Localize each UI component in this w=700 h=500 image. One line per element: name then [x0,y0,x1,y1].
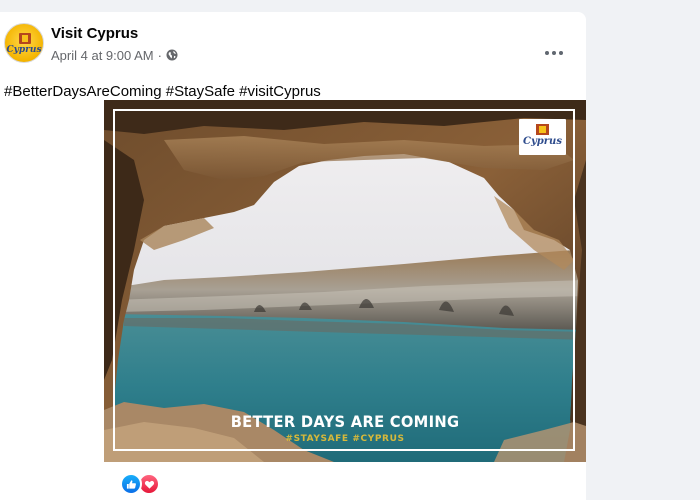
avatar-wordmark: Cyprus [6,45,42,55]
post-timestamp[interactable]: April 4 at 9:00 AM [51,48,154,63]
cyprus-logo-mark [536,124,549,135]
like-reaction-icon[interactable] [120,473,142,495]
post-caption: #BetterDaysAreComing #StaySafe #visitCyp… [4,83,321,100]
image-tagline: #STAYSAFE #CYPRUS [285,434,405,444]
meta-separator: · [157,47,162,63]
author-name[interactable]: Visit Cyprus [51,25,138,42]
reaction-summary[interactable] [120,473,160,495]
cyprus-logo: Cyprus [519,119,566,155]
image-headline: BETTER DAYS ARE COMING [230,412,460,431]
more-options-icon[interactable] [537,38,571,68]
cyprus-logo-wordmark: Cyprus [523,136,562,147]
globe-icon[interactable] [166,49,178,61]
post-meta: April 4 at 9:00 AM · [51,46,178,64]
page-avatar[interactable]: Cyprus [4,23,44,63]
avatar-logo-mark [19,33,31,44]
post-photo[interactable]: Cyprus BETTER DAYS ARE COMING #STAYSAFE … [104,100,586,462]
image-white-frame [113,109,575,451]
